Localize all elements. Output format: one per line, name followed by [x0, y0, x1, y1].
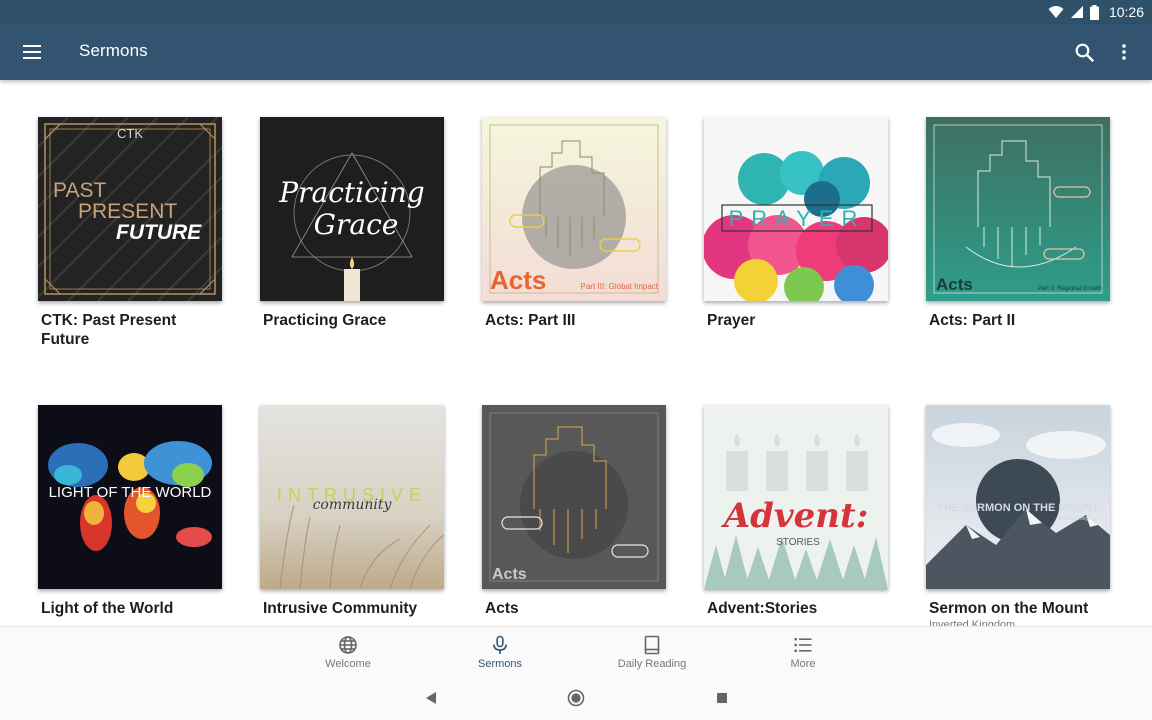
nav-label: More [790, 658, 816, 670]
series-artwork: LIGHT OF THE WORLD [38, 405, 222, 589]
globe-icon [339, 636, 357, 654]
app-bar: Sermons [0, 24, 1152, 80]
nav-item-welcome[interactable]: Welcome [293, 627, 403, 677]
art-subtitle: Part III: Global Impact [581, 282, 659, 291]
hamburger-menu-icon [23, 45, 41, 59]
series-artwork: PRAYER [704, 117, 888, 301]
page-title: Sermons [79, 41, 148, 60]
series-artwork: Advent: STORIES [704, 405, 888, 589]
menu-button[interactable] [14, 38, 50, 66]
art-line-1: Practicing [278, 176, 424, 209]
sermon-title: Prayer [707, 312, 756, 329]
sermon-card-intrusive-community[interactable]: INTRUSIVE community Intrusive Community [260, 405, 446, 618]
art-subtitle: Part II: Regional Growth [1038, 286, 1102, 292]
art-subtitle: Inverted Kingdom [1059, 516, 1098, 522]
status-bar: 10:26 [0, 0, 1152, 24]
sermon-card-practicing-grace[interactable]: Practicing Grace Practicing Grace [260, 117, 446, 330]
sermon-title: Acts: Part II [929, 312, 1016, 329]
battery-icon [1089, 4, 1099, 20]
series-artwork: INTRUSIVE community [260, 405, 444, 589]
series-artwork: Practicing Grace [260, 117, 444, 301]
art-subtitle: STORIES [776, 537, 820, 548]
microphone-icon [493, 635, 507, 654]
back-triangle-icon [426, 692, 436, 704]
system-navigation-bar [0, 676, 1152, 720]
sermon-title: Practicing Grace [263, 312, 387, 329]
art-word: Acts [492, 566, 527, 583]
home-button[interactable] [566, 688, 586, 708]
book-icon [644, 635, 660, 655]
art-line-2: PRESENT [78, 200, 177, 223]
nav-item-more[interactable]: More [748, 627, 858, 677]
search-button[interactable] [1070, 38, 1098, 66]
wifi-icon [1048, 6, 1064, 18]
back-button[interactable] [421, 688, 441, 708]
nav-label: Daily Reading [617, 658, 687, 670]
search-icon [1075, 43, 1094, 62]
series-artwork: Acts Part III: Global Impact [482, 117, 666, 301]
nav-label: Sermons [477, 658, 523, 670]
sermon-card-prayer[interactable]: PRAYER Prayer [704, 117, 890, 330]
sermon-card-advent-stories[interactable]: Advent: STORIES Advent:Stories [704, 405, 890, 618]
art-word: Acts [490, 265, 546, 295]
nav-item-daily-reading[interactable]: Daily Reading [597, 627, 707, 677]
art-script: community [313, 497, 393, 513]
sermon-grid: CTK PAST PRESENT FUTURE CTK: Past Presen… [0, 80, 1152, 626]
recents-button[interactable] [712, 688, 732, 708]
series-artwork: Acts Part II: Regional Growth [926, 117, 1110, 301]
nav-label: Welcome [325, 658, 371, 670]
art-brand: CTK [117, 126, 143, 141]
overflow-menu-button[interactable] [1112, 38, 1136, 66]
sermon-title: CTK: Past Present Future [41, 312, 177, 348]
art-word: PRAYER [729, 206, 866, 231]
sermon-title: Intrusive Community [263, 600, 418, 617]
sermon-card-acts-part-ii[interactable]: Acts Part II: Regional Growth Acts: Part… [926, 117, 1112, 330]
sermon-title: Acts [485, 600, 519, 617]
art-word: Acts [936, 275, 973, 294]
series-artwork: Acts [482, 405, 666, 589]
sermon-title: Sermon on the Mount [929, 600, 1089, 617]
sermon-card-ctk-past-present-future[interactable]: CTK PAST PRESENT FUTURE CTK: Past Presen… [38, 117, 224, 349]
sermon-title: Light of the World [41, 600, 174, 617]
sermon-title: Acts: Part III [485, 312, 576, 329]
series-artwork: CTK PAST PRESENT FUTURE [38, 117, 222, 301]
bottom-navigation: Welcome Sermons Daily Reading More [0, 626, 1152, 676]
art-word: LIGHT OF THE WORLD [49, 484, 212, 501]
signal-icon [1070, 6, 1083, 18]
status-time: 10:26 [1108, 4, 1144, 20]
art-line-3: FUTURE [116, 221, 202, 244]
art-word: THE SERMON ON THE MOUNT [937, 502, 1099, 514]
sermon-subtitle: Inverted Kingdom [929, 619, 1016, 626]
art-word: Advent: [721, 496, 869, 536]
art-line-2: Grace [314, 208, 399, 241]
home-circle-icon [567, 689, 585, 707]
list-icon [794, 638, 812, 652]
sermon-card-acts-part-iii[interactable]: Acts Part III: Global Impact Acts: Part … [482, 117, 668, 330]
series-artwork: THE SERMON ON THE MOUNT Inverted Kingdom [926, 405, 1110, 589]
more-vert-icon [1122, 44, 1126, 60]
recents-square-icon [717, 693, 727, 703]
sermon-card-light-of-the-world[interactable]: LIGHT OF THE WORLD Light of the World [38, 405, 224, 618]
sermon-card-acts[interactable]: Acts Acts [482, 405, 668, 618]
sermon-title: Advent:Stories [707, 600, 818, 617]
nav-item-sermons[interactable]: Sermons [445, 627, 555, 677]
art-line-1: PAST [53, 179, 106, 202]
sermon-card-sermon-on-the-mount[interactable]: THE SERMON ON THE MOUNT Inverted Kingdom… [926, 405, 1112, 626]
status-icons: 10:26 [1048, 3, 1144, 21]
